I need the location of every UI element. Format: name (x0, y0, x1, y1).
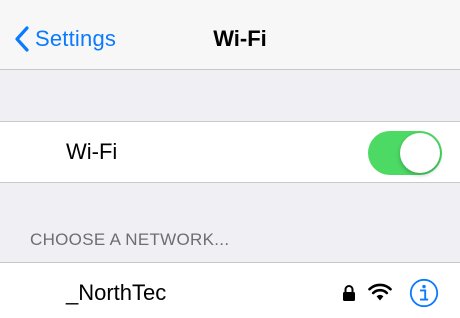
navigation-bar: Settings Wi-Fi (0, 0, 460, 70)
network-row[interactable]: _NorthTec (0, 262, 460, 318)
wifi-row-label: Wi-Fi (66, 139, 118, 164)
wifi-toggle-row: Wi-Fi (0, 121, 460, 183)
network-name: _NorthTec (66, 280, 167, 305)
page-title: Wi-Fi (213, 26, 267, 51)
toggle-knob (400, 133, 440, 173)
section-header: CHOOSE A NETWORK... (30, 230, 230, 249)
wifi-toggle-switch[interactable] (368, 131, 442, 175)
lock-icon (343, 285, 355, 301)
wifi-signal-icon (368, 283, 392, 301)
info-icon[interactable] (409, 278, 439, 308)
wifi-settings-screen: Settings Wi-Fi Wi-Fi CHOOSE A NETWORK...… (0, 0, 460, 318)
